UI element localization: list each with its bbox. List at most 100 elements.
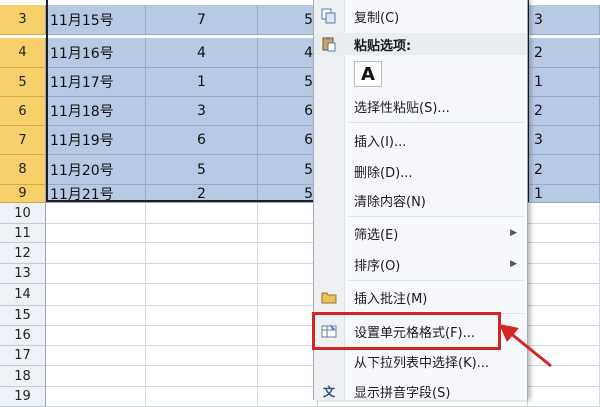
value-cell[interactable]: 2	[528, 38, 600, 68]
menu-item-paste-special[interactable]: 选择性粘贴(S)...	[314, 95, 527, 117]
value-cell[interactable]: 5	[258, 155, 318, 185]
date-cell[interactable]	[46, 203, 146, 224]
value-cell[interactable]: 3	[528, 126, 600, 155]
date-cell[interactable]	[46, 387, 146, 407]
row-header[interactable]: 17	[0, 346, 46, 366]
row-header[interactable]: 6	[0, 97, 46, 126]
menu-separator	[348, 216, 523, 217]
value-cell[interactable]: 4	[146, 38, 258, 68]
row-header[interactable]: 12	[0, 243, 46, 264]
date-cell[interactable]	[46, 224, 146, 243]
copy-icon	[321, 8, 337, 24]
value-cell[interactable]	[146, 243, 258, 264]
value-cell[interactable]	[528, 203, 600, 224]
menu-item-sort[interactable]: 排序(O) ▶	[314, 253, 527, 275]
value-cell[interactable]	[146, 326, 258, 346]
menu-item-show-phonetic[interactable]: 文 显示拼音字段(S)	[314, 380, 527, 402]
menu-item-delete[interactable]: 删除(D)...	[314, 160, 527, 182]
value-cell[interactable]	[146, 306, 258, 326]
row-header[interactable]: 4	[0, 38, 46, 68]
value-cell[interactable]: 3	[528, 5, 600, 35]
value-cell[interactable]: 3	[146, 97, 258, 126]
value-cell[interactable]	[146, 387, 258, 407]
date-cell[interactable]: 11月17号	[46, 68, 146, 97]
value-cell[interactable]	[146, 264, 258, 284]
row-header[interactable]: 8	[0, 155, 46, 185]
value-cell[interactable]	[528, 243, 600, 264]
value-cell[interactable]	[258, 366, 318, 387]
paste-keep-text-button[interactable]: A	[354, 61, 382, 87]
value-cell[interactable]	[258, 346, 318, 366]
value-cell[interactable]	[146, 346, 258, 366]
value-cell[interactable]	[258, 203, 318, 224]
menu-item-pick-from-list-label: 从下拉列表中选择(K)...	[354, 355, 490, 371]
row-header[interactable]: 14	[0, 284, 46, 306]
menu-item-copy[interactable]: 复制(C)	[314, 5, 527, 27]
menu-item-insert[interactable]: 插入(I)...	[314, 129, 527, 151]
date-cell[interactable]	[46, 326, 146, 346]
value-cell[interactable]	[258, 387, 318, 407]
date-cell[interactable]	[46, 366, 146, 387]
value-cell[interactable]: 6	[146, 126, 258, 155]
value-cell[interactable]: 5	[146, 155, 258, 185]
value-cell[interactable]: 6	[258, 126, 318, 155]
row-header[interactable]: 13	[0, 264, 46, 284]
date-cell[interactable]: 11月15号	[46, 5, 146, 35]
date-cell[interactable]	[46, 306, 146, 326]
date-cell[interactable]: 11月19号	[46, 126, 146, 155]
menu-item-insert-comment-label: 插入批注(M)	[354, 291, 428, 307]
value-cell[interactable]: 6	[258, 97, 318, 126]
value-cell[interactable]	[258, 326, 318, 346]
menu-item-clear-contents[interactable]: 清除内容(N)	[314, 189, 527, 211]
date-cell[interactable]	[46, 264, 146, 284]
value-cell[interactable]	[528, 387, 600, 407]
annotation-arrow-icon	[499, 324, 552, 368]
menu-item-sort-label: 排序(O)	[354, 258, 401, 274]
date-cell[interactable]	[46, 284, 146, 306]
menu-header-paste-options: 粘贴选项:	[314, 33, 527, 55]
value-cell[interactable]	[146, 284, 258, 306]
date-cell[interactable]: 11月20号	[46, 155, 146, 185]
value-cell[interactable]	[258, 224, 318, 243]
row-header[interactable]: 16	[0, 326, 46, 346]
row-header[interactable]: 15	[0, 306, 46, 326]
date-cell[interactable]	[46, 243, 146, 264]
date-cell[interactable]: 11月21号	[46, 185, 146, 203]
value-cell[interactable]	[146, 203, 258, 224]
value-cell[interactable]: 4	[258, 38, 318, 68]
menu-item-insert-comment[interactable]: 插入批注(M)	[314, 286, 527, 308]
row-header[interactable]: 9	[0, 185, 46, 203]
date-cell[interactable]	[46, 346, 146, 366]
date-cell[interactable]: 11月18号	[46, 97, 146, 126]
value-cell[interactable]	[258, 306, 318, 326]
value-cell[interactable]: 1	[528, 68, 600, 97]
value-cell[interactable]: 5	[258, 5, 318, 35]
value-cell[interactable]	[258, 284, 318, 306]
value-cell[interactable]: 2	[528, 97, 600, 126]
value-cell[interactable]: 1	[146, 68, 258, 97]
value-cell[interactable]: 5	[258, 68, 318, 97]
value-cell[interactable]: 7	[146, 5, 258, 35]
value-cell[interactable]: 2	[528, 155, 600, 185]
row-header[interactable]: 18	[0, 366, 46, 387]
value-cell[interactable]: 1	[528, 185, 600, 203]
row-header[interactable]: 10	[0, 203, 46, 224]
menu-separator	[348, 122, 523, 123]
menu-item-paste-special-label: 选择性粘贴(S)...	[354, 100, 450, 116]
row-header[interactable]: 3	[0, 5, 46, 35]
value-cell[interactable]	[528, 224, 600, 243]
value-cell[interactable]	[528, 264, 600, 284]
value-cell[interactable]	[146, 366, 258, 387]
value-cell[interactable]: 2	[146, 185, 258, 203]
row-header[interactable]: 19	[0, 387, 46, 407]
menu-item-filter[interactable]: 筛选(E) ▶	[314, 222, 527, 244]
row-header[interactable]: 7	[0, 126, 46, 155]
value-cell[interactable]	[258, 243, 318, 264]
value-cell[interactable]	[146, 224, 258, 243]
row-header[interactable]: 11	[0, 224, 46, 243]
value-cell[interactable]: 5	[258, 185, 318, 203]
value-cell[interactable]	[528, 284, 600, 306]
row-header[interactable]: 5	[0, 68, 46, 97]
date-cell[interactable]: 11月16号	[46, 38, 146, 68]
value-cell[interactable]	[258, 264, 318, 284]
